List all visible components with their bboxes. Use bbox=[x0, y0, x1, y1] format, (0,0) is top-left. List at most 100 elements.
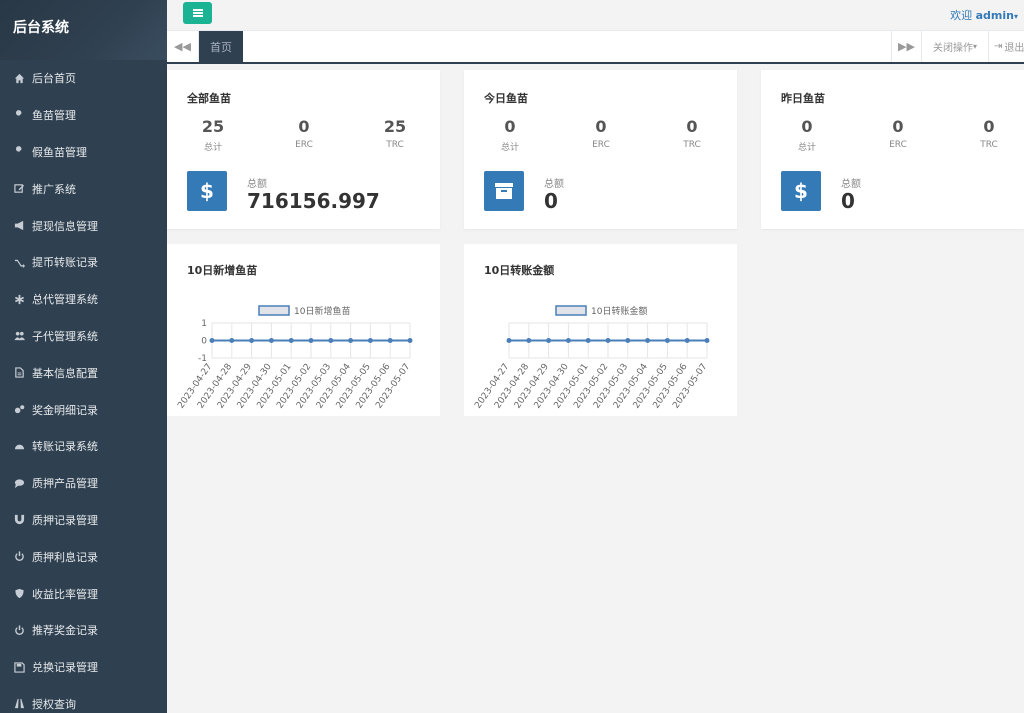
username: admin bbox=[975, 9, 1014, 22]
sidebar: 后台系统 后台首页鱼苗管理假鱼苗管理推广系统提现信息管理 提币转账记录总代管理系统… bbox=[0, 0, 167, 713]
sidebar-item-label: 后台首页 bbox=[32, 72, 76, 86]
data-point[interactable] bbox=[348, 338, 354, 343]
line-chart-1: 10日转账金额2023-04-272023-04-282023-04-29202… bbox=[473, 305, 710, 411]
close-tabs-dropdown[interactable]: 关闭操作 ▾ bbox=[921, 31, 988, 62]
tab-scroll-right-button[interactable]: ▶▶ bbox=[891, 31, 921, 62]
edit-icon bbox=[13, 183, 25, 195]
welcome-text: 欢迎 bbox=[950, 9, 973, 22]
data-point[interactable] bbox=[387, 338, 393, 343]
data-point[interactable] bbox=[625, 338, 631, 343]
sidebar-item-9[interactable]: 奖金明细记录 bbox=[0, 391, 167, 428]
brand-title: 后台系统 bbox=[0, 0, 167, 60]
sidebar-menu: 后台首页鱼苗管理假鱼苗管理推广系统提现信息管理 提币转账记录总代管理系统子代管理系… bbox=[0, 60, 167, 713]
sidebar-item-label: 质押利息记录 bbox=[32, 550, 98, 564]
y-tick-label: 1 bbox=[201, 319, 207, 329]
main-content: 全部鱼苗 25 总计 0 ERC 25 TRC $ 总额 716156.997 今日鱼… bbox=[167, 64, 1024, 713]
forward-icon: ▶▶ bbox=[898, 40, 915, 53]
wrench-icon bbox=[13, 109, 25, 121]
data-point[interactable] bbox=[664, 338, 670, 343]
tab-home[interactable]: 首页 bbox=[199, 31, 243, 62]
sidebar-item-label: 推广系统 bbox=[32, 182, 76, 196]
sidebar-item-15[interactable]: 推荐奖金记录 bbox=[0, 612, 167, 649]
cogs-icon bbox=[13, 404, 25, 416]
sidebar-item-8[interactable]: 基本信息配置 bbox=[0, 354, 167, 391]
bullhorn-icon bbox=[13, 220, 25, 232]
data-point[interactable] bbox=[249, 338, 255, 343]
sidebar-item-label: 质押产品管理 bbox=[32, 477, 98, 491]
dashboard-icon bbox=[13, 440, 25, 452]
comment-icon bbox=[13, 477, 25, 489]
chart-legend[interactable]: 10日新增鱼苗 bbox=[258, 305, 350, 317]
sidebar-item-2[interactable]: 假鱼苗管理 bbox=[0, 134, 167, 171]
sidebar-item-label: 提币转账记录 bbox=[32, 256, 98, 270]
random-icon bbox=[13, 256, 25, 268]
sidebar-item-label: 子代管理系统 bbox=[32, 329, 98, 343]
magnet-icon bbox=[13, 514, 25, 526]
sidebar-item-10[interactable]: 转账记录系统 bbox=[0, 428, 167, 465]
close-ops-label: 关闭操作 bbox=[932, 43, 973, 54]
data-point[interactable] bbox=[565, 338, 571, 343]
asterisk-icon bbox=[13, 293, 25, 305]
tab-scroll-left-button[interactable]: ◀◀ bbox=[167, 31, 199, 62]
backward-icon: ◀◀ bbox=[174, 40, 191, 53]
y-tick-label: 0 bbox=[201, 337, 207, 347]
data-point[interactable] bbox=[328, 338, 334, 343]
sidebar-item-7[interactable]: 子代管理系统 bbox=[0, 318, 167, 355]
sidebar-item-16[interactable]: 兑换记录管理 bbox=[0, 649, 167, 686]
chart-legend[interactable]: 10日转账金额 bbox=[555, 305, 647, 317]
users-icon bbox=[13, 330, 25, 342]
legend-label: 10日新增鱼苗 bbox=[294, 305, 350, 317]
data-point[interactable] bbox=[308, 338, 314, 343]
sidebar-item-4[interactable]: 提现信息管理 bbox=[0, 207, 167, 244]
line-chart-0: 10日新增鱼苗10-12023-04-272023-04-282023-04-2… bbox=[176, 305, 413, 411]
sidebar-item-17[interactable]: 授权查询 bbox=[0, 686, 167, 713]
data-point[interactable] bbox=[288, 338, 294, 343]
data-point[interactable] bbox=[268, 338, 274, 343]
legend-label: 10日转账金额 bbox=[591, 305, 647, 317]
sidebar-item-11[interactable]: 质押产品管理 bbox=[0, 465, 167, 502]
power-icon bbox=[13, 551, 25, 563]
data-point[interactable] bbox=[585, 338, 591, 343]
home-icon bbox=[13, 72, 25, 84]
road-icon bbox=[13, 698, 25, 710]
sidebar-item-label: 鱼苗管理 bbox=[32, 109, 76, 123]
sidebar-item-label: 兑换记录管理 bbox=[32, 661, 98, 675]
menu-toggle-button[interactable] bbox=[183, 2, 212, 24]
sign-out-icon: ⇥ bbox=[994, 41, 1003, 52]
sidebar-item-label: 奖金明细记录 bbox=[32, 403, 98, 417]
sidebar-item-6[interactable]: 总代管理系统 bbox=[0, 281, 167, 318]
user-menu[interactable]: 欢迎 admin▾ bbox=[950, 7, 1018, 23]
data-point[interactable] bbox=[704, 338, 710, 343]
sidebar-item-3[interactable]: 推广系统 bbox=[0, 170, 167, 207]
file-icon bbox=[13, 367, 25, 379]
data-point[interactable] bbox=[506, 338, 512, 343]
data-point[interactable] bbox=[684, 338, 690, 343]
sidebar-item-label: 提现信息管理 bbox=[32, 219, 98, 233]
caret-down-icon: ▾ bbox=[972, 42, 977, 51]
data-point[interactable] bbox=[209, 338, 215, 343]
data-point[interactable] bbox=[526, 338, 532, 343]
sidebar-item-label: 授权查询 bbox=[32, 697, 76, 711]
sidebar-item-13[interactable]: 质押利息记录 bbox=[0, 538, 167, 575]
sidebar-item-0[interactable]: 后台首页 bbox=[0, 60, 167, 97]
data-point[interactable] bbox=[407, 338, 413, 343]
sidebar-item-1[interactable]: 鱼苗管理 bbox=[0, 97, 167, 134]
sidebar-item-5[interactable]: 提币转账记录 bbox=[0, 244, 167, 281]
exit-button[interactable]: ⇥ 退出 bbox=[988, 31, 1024, 62]
sidebar-item-label: 推荐奖金记录 bbox=[32, 624, 98, 638]
sidebar-item-label: 收益比率管理 bbox=[32, 587, 98, 601]
sidebar-item-label: 质押记录管理 bbox=[32, 513, 98, 527]
save-icon bbox=[13, 661, 25, 673]
top-navbar: 欢迎 admin▾ bbox=[167, 0, 1024, 31]
data-point[interactable] bbox=[367, 338, 373, 343]
sidebar-item-12[interactable]: 质押记录管理 bbox=[0, 502, 167, 539]
data-point[interactable] bbox=[605, 338, 611, 343]
data-point[interactable] bbox=[645, 338, 651, 343]
data-point[interactable] bbox=[229, 338, 235, 343]
data-point[interactable] bbox=[546, 338, 552, 343]
shield-icon bbox=[13, 588, 25, 600]
sidebar-item-label: 转账记录系统 bbox=[32, 440, 98, 454]
sidebar-item-14[interactable]: 收益比率管理 bbox=[0, 575, 167, 612]
tab-bar: ◀◀ 首页 ▶▶ 关闭操作 ▾ ⇥ 退出 bbox=[167, 31, 1024, 64]
wrench-icon bbox=[13, 146, 25, 158]
